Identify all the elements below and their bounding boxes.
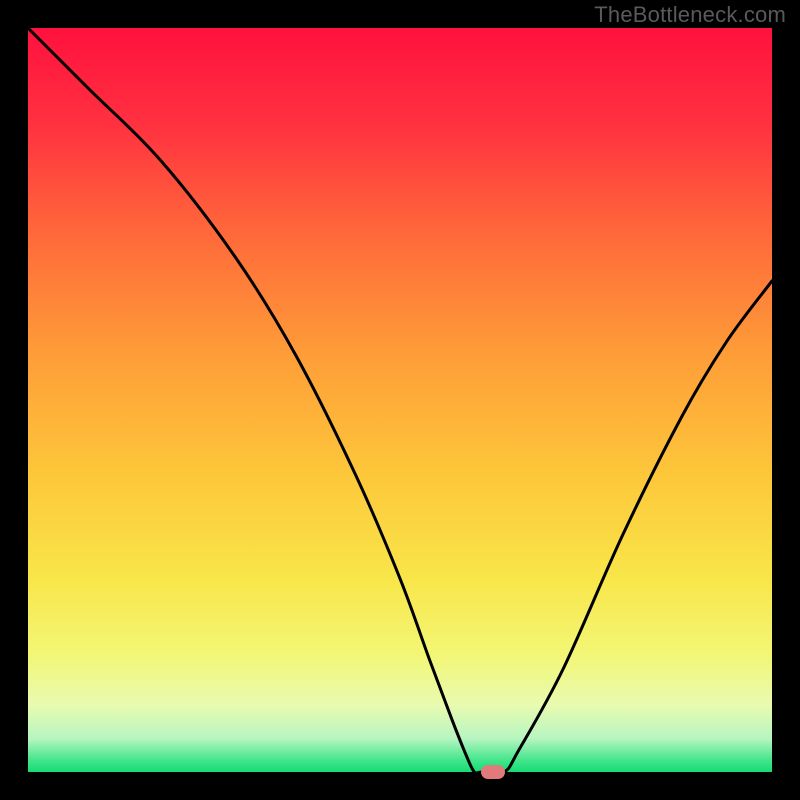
plot-area (28, 28, 772, 772)
chart-frame: TheBottleneck.com (0, 0, 800, 800)
chart-svg (28, 28, 772, 772)
attribution-text: TheBottleneck.com (594, 2, 786, 28)
optimal-point-marker (481, 765, 505, 779)
